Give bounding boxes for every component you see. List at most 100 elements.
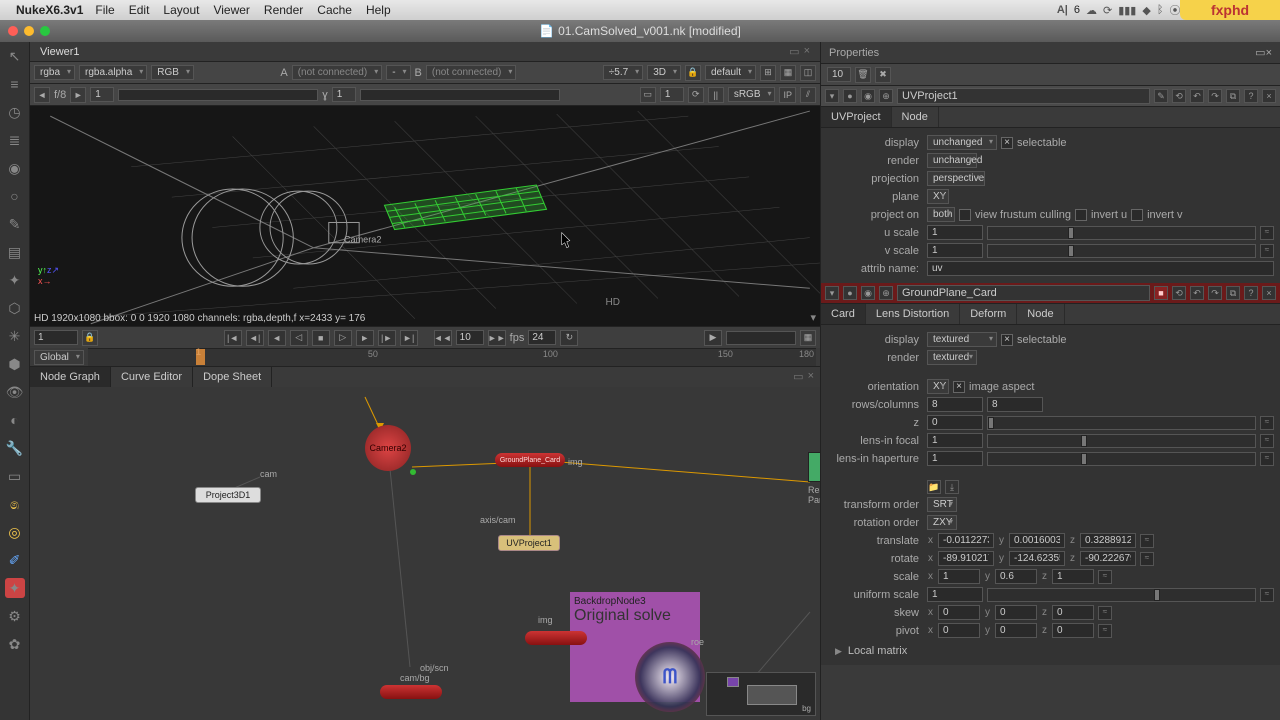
stop-button[interactable]: ■: [312, 330, 330, 346]
edit2-icon[interactable]: ■: [1154, 286, 1168, 300]
sx-input[interactable]: [938, 569, 980, 584]
viewer-menu-icon[interactable]: ▾: [810, 311, 816, 324]
channel-icon[interactable]: ◉: [5, 158, 25, 178]
vfc-checkbox[interactable]: [959, 209, 971, 221]
prev-icon[interactable]: ◄: [34, 87, 50, 103]
colorspace-dropdown[interactable]: RGB: [151, 65, 194, 80]
proxy-input[interactable]: [660, 87, 684, 102]
lenshap-input[interactable]: [927, 451, 983, 466]
menu-render[interactable]: Render: [264, 3, 303, 17]
input-b-dropdown[interactable]: (not connected): [426, 65, 517, 80]
file-icon[interactable]: 📁: [927, 480, 941, 494]
input-a-dropdown[interactable]: (not connected): [292, 65, 383, 80]
sky-input[interactable]: [995, 605, 1037, 620]
flipbook-button[interactable]: ▶: [704, 330, 722, 346]
vscale-anim[interactable]: ≈: [1260, 244, 1274, 258]
revert2-icon[interactable]: ⟲: [1172, 286, 1186, 300]
collapse-icon[interactable]: ▾: [825, 89, 839, 103]
py-input[interactable]: [995, 623, 1037, 638]
menu-viewer[interactable]: Viewer: [213, 3, 249, 17]
range-dropdown[interactable]: Global: [34, 350, 84, 365]
r-anim[interactable]: ≈: [1140, 552, 1154, 566]
redo2-icon[interactable]: ↷: [1208, 286, 1222, 300]
clip-icon[interactable]: ◫: [800, 65, 816, 81]
card-display-dropdown[interactable]: textured: [927, 332, 997, 347]
edit-icon[interactable]: ✎: [1154, 89, 1168, 103]
proxy-icon[interactable]: ▦: [780, 65, 796, 81]
tab-node-graph[interactable]: Node Graph: [30, 367, 111, 387]
format-icon[interactable]: ▭: [640, 87, 656, 103]
sz-input[interactable]: [1052, 569, 1094, 584]
redo-icon[interactable]: ↷: [1208, 89, 1222, 103]
rows-input[interactable]: [927, 397, 983, 412]
u-anim[interactable]: ≈: [1260, 588, 1274, 602]
merge-icon[interactable]: ⬡: [5, 298, 25, 318]
z-anim[interactable]: ≈: [1260, 416, 1274, 430]
z-slider[interactable]: [987, 416, 1256, 430]
ty-input[interactable]: [1009, 533, 1065, 548]
minimize-icon[interactable]: [24, 26, 34, 36]
wipe-dropdown[interactable]: -: [386, 65, 410, 80]
tab-uvproject-node[interactable]: Node: [892, 107, 939, 127]
import-icon[interactable]: ⤓: [945, 480, 959, 494]
menu-cache[interactable]: Cache: [317, 3, 352, 17]
roi-icon[interactable]: ⊞: [760, 65, 776, 81]
first-frame-button[interactable]: |◄: [224, 330, 242, 346]
node-groundplane[interactable]: GroundPlane_Card: [495, 453, 565, 467]
node-read-thumb[interactable]: [808, 452, 820, 482]
pause-icon[interactable]: ||: [708, 87, 724, 103]
close-pane2-icon[interactable]: ×: [808, 370, 814, 384]
viewer-canvas[interactable]: Camera2 y↑z↗x→ HD HD 1920x1080 bbox:: [30, 106, 820, 326]
next-key-button[interactable]: |►: [378, 330, 396, 346]
tab-card[interactable]: Card: [821, 304, 866, 324]
close-props-icon[interactable]: ×: [1266, 47, 1272, 59]
gear-icon[interactable]: ⚙: [5, 606, 25, 626]
next-icon[interactable]: ►: [70, 87, 86, 103]
time-icon[interactable]: ◷: [5, 102, 25, 122]
help2-icon[interactable]: ?: [1244, 286, 1258, 300]
node-name2-input[interactable]: [897, 285, 1150, 301]
node-icon[interactable]: ◉: [861, 89, 875, 103]
render-dropdown[interactable]: unchanged: [927, 153, 977, 168]
rorder-dropdown[interactable]: ZXY: [927, 515, 957, 530]
keyer-icon[interactable]: ✦: [5, 270, 25, 290]
cache-menu-icon[interactable]: ▦: [800, 330, 816, 346]
tab-uvproject[interactable]: UVProject: [821, 107, 892, 127]
first-frame-input[interactable]: [34, 330, 78, 345]
imgaspect-cb[interactable]: [953, 381, 965, 393]
node-project3d[interactable]: Project3D1: [195, 487, 261, 503]
play-fwd-button[interactable]: ►: [356, 330, 374, 346]
views-icon[interactable]: 👁: [5, 382, 25, 402]
float-pane2-icon[interactable]: ▭: [793, 370, 803, 384]
lock-icon[interactable]: 🔒: [685, 65, 701, 81]
transform-icon[interactable]: ✳: [5, 326, 25, 346]
undo2-icon[interactable]: ↶: [1190, 286, 1204, 300]
swirl-icon[interactable]: ෧: [5, 494, 25, 514]
prev-key-button[interactable]: ◄|: [246, 330, 264, 346]
rx-input[interactable]: [938, 551, 994, 566]
close-panel-icon[interactable]: ×: [1262, 89, 1276, 103]
other-icon[interactable]: ▭: [5, 466, 25, 486]
gamma-slider[interactable]: [360, 89, 560, 101]
plane-dropdown[interactable]: XY: [927, 189, 949, 204]
t-anim[interactable]: ≈: [1140, 534, 1154, 548]
invu-checkbox[interactable]: [1075, 209, 1087, 221]
invv-checkbox[interactable]: [1131, 209, 1143, 221]
color-icon[interactable]: ✎: [5, 214, 25, 234]
center-node-icon[interactable]: ⊕: [879, 89, 893, 103]
node-color2-icon[interactable]: ●: [843, 286, 857, 300]
ip-button[interactable]: IP: [779, 87, 796, 103]
zoom-icon[interactable]: [40, 26, 50, 36]
nodegraph-canvas[interactable]: Camera2 cam Project3D1 GroundPlane_Card …: [30, 387, 820, 720]
step-fwd-button[interactable]: ▷: [334, 330, 352, 346]
node-color-icon[interactable]: ●: [843, 89, 857, 103]
panel-header-card[interactable]: ▾ ● ◉ ⊕ ■ ⟲ ↶ ↷ ⧉ ? ×: [821, 283, 1280, 304]
gain-slider[interactable]: [118, 89, 318, 101]
skip-back-button[interactable]: ◄◄: [434, 330, 452, 346]
menu-icon[interactable]: ≣: [5, 130, 25, 150]
uscale-anim[interactable]: ≈: [1260, 226, 1274, 240]
step-back-button[interactable]: ◁: [290, 330, 308, 346]
float-icon[interactable]: ⧉: [1226, 89, 1240, 103]
vscale-input[interactable]: [927, 243, 983, 258]
node-name-input[interactable]: [897, 88, 1150, 104]
